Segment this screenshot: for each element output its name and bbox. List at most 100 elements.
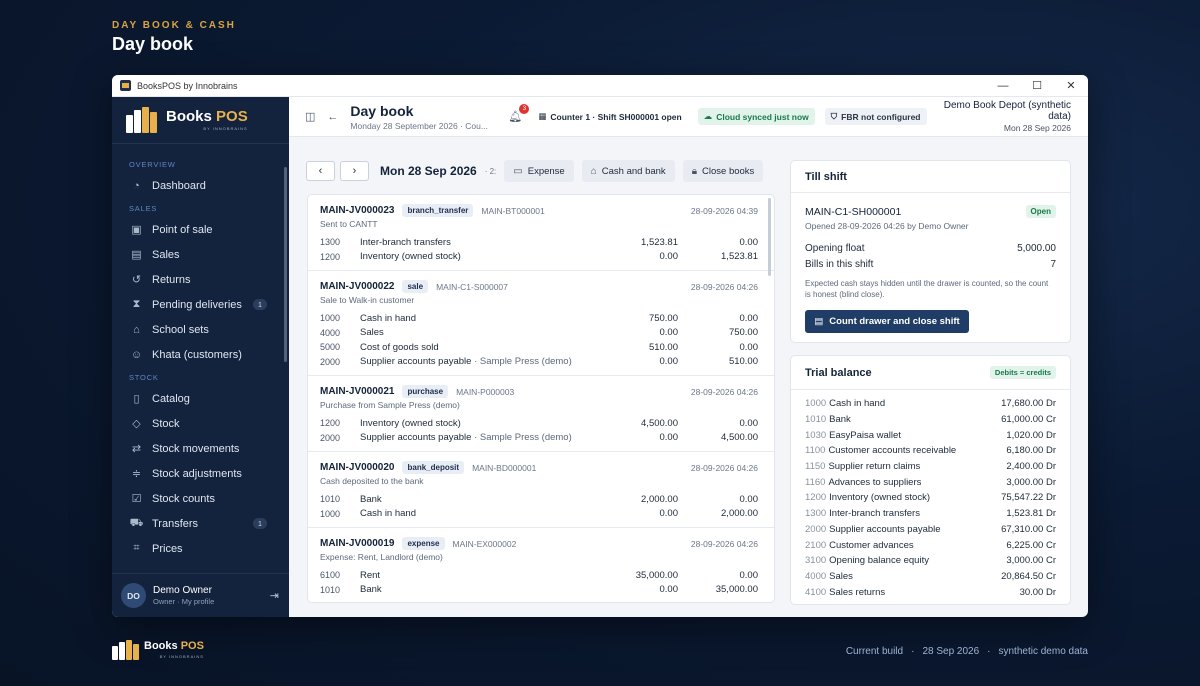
account-code: 4000 [320,327,341,338]
entry-type-tag: expense [402,537,445,550]
store-date: Mon 28 Sep 2026 [1003,123,1071,133]
account-code: 1200 [320,251,341,262]
trial-balance-row: 4000 Sales 20,864.50 Cr [805,569,1056,585]
shift-status[interactable]: ▦ Counter 1 · Shift SH000001 open [532,108,687,125]
credit-amount: 0.00 [739,417,759,429]
sidebar-item-sales[interactable]: ▤ Sales [112,242,289,267]
user-profile[interactable]: DO Demo Owner Owner · My profile ⇥ [112,573,289,617]
entry-line: 2000 Supplier accounts payable · Sample P… [320,431,758,446]
trial-balance-row: 3100 Opening balance equity 3,000.00 Cr [805,553,1056,569]
sidebar-toggle-icon[interactable]: ◫ [305,110,315,123]
entry-line: 1000 Cash in hand 750.00 0.00 [320,311,758,326]
sidebar-item-catalog[interactable]: ▯ Catalog [112,386,289,411]
sidebar-scrollbar[interactable] [284,167,287,362]
cloud-icon: ☁ [703,111,713,121]
calculator-icon: ▤ [814,315,824,327]
sidebar-item-stock-movements[interactable]: ⇄ Stock movements [112,436,289,461]
sidebar-item-khata[interactable]: ☺ Khata (customers) [112,342,289,367]
balance-amount: 30.00 Dr [1019,586,1056,598]
shield-icon: ⛉ [830,111,838,121]
nav-section-sales: SALES [129,204,158,213]
entry-type-tag: sale [402,280,429,293]
count-drawer-button[interactable]: ▤ Count drawer and close shift [805,309,969,333]
gauge-icon: ◔ [133,179,140,192]
close-window-button[interactable]: ✕ [1054,75,1088,96]
box-icon: ◇ [132,418,141,430]
journal-entry[interactable]: MAIN-JV000019 expense MAIN-EX000002 28-09-2… [308,528,774,602]
credit-amount: 0.00 [739,312,759,324]
sidebar-item-stock[interactable]: ◇ Stock [112,411,289,436]
entry-type-tag: bank_deposit [402,461,465,474]
journal-entry[interactable]: MAIN-JV000020 bank_deposit MAIN-BD000001 28… [308,452,774,528]
sidebar-item-returns[interactable]: ↺ Returns [112,267,289,292]
hourglass-icon: ⧗ [132,298,141,310]
account-name: Customer advances [829,539,914,551]
app-window: BooksPOS by Innobrains — ☐ ✕ Books POS B… [112,75,1088,617]
receipt-icon: ▤ [131,249,142,261]
entry-line: 1300 Inter-branch transfers 1,523.81 0.00 [320,235,758,250]
account-name: Cost of goods sold [360,341,439,353]
sidebar-item-school-sets[interactable]: ⌂ School sets [112,317,289,342]
account-code: 1010 [320,494,341,505]
balance-amount: 75,547.22 Dr [1001,492,1056,504]
app-icon [120,80,131,91]
minimize-button[interactable]: — [986,75,1020,96]
entry-timestamp: 28-09-2026 04:26 [690,386,758,397]
trial-balance-row: 4100 Sales returns 30.00 Dr [805,584,1056,600]
journal-entry[interactable]: MAIN-JV000022 sale MAIN-C1-S000007 28-09-20… [308,271,774,376]
account-name: Inter-branch transfers [360,236,451,248]
entry-id: MAIN-JV000021 [320,386,395,397]
account-name: Advances to suppliers [828,476,922,488]
previous-day-button[interactable]: ‹ [306,161,335,181]
entry-ref: MAIN-P000003 [456,386,515,397]
entry-ref: MAIN-BD000001 [472,462,537,473]
store-name: Demo Book Depot (synthetic data) [943,100,1071,122]
logout-icon[interactable]: ⇥ [270,589,279,602]
trial-balance-row: 1100 Customer accounts receivable 6,180.00… [805,443,1056,459]
bank-icon: ⌂ [590,165,597,177]
account-name: Cash in hand [360,312,416,324]
account-code: 1200 [805,492,827,504]
entry-line: 1010 Bank 2,000.00 0.00 [320,492,758,507]
account-name: Cash in hand [360,508,416,520]
transfers-count-badge: 1 [252,518,267,529]
sidebar-item-pending-deliveries[interactable]: ⧗ Pending deliveries 1 [112,292,289,317]
balance-amount: 1,523.81 Dr [1006,508,1056,520]
entry-ref: MAIN-BT000001 [481,205,545,216]
next-day-button[interactable]: › [340,161,369,181]
journal-entry[interactable]: MAIN-JV000023 branch_transfer MAIN-BT00000… [308,195,774,271]
journal-scrollbar[interactable] [768,198,771,276]
footer-sep: · [911,646,915,657]
shift-id: MAIN-C1-SH000001 [805,205,902,218]
entry-line: 1200 Inventory (owned stock) 4,500.00 0.00 [320,416,758,431]
sidebar-item-prices[interactable]: ⌗ Prices [112,536,289,561]
fbr-status[interactable]: ⛉ FBR not configured [824,108,927,125]
cash-and-bank-button[interactable]: ⌂ Cash and bank [581,160,675,182]
back-arrow-icon[interactable]: ← [327,111,338,123]
main-content: ◫ ← Day book Monday 28 September 2026 · … [289,97,1088,617]
register-icon: ▦ [538,111,547,121]
expense-button[interactable]: ▭ Expense [504,160,574,182]
maximize-button[interactable]: ☐ [1020,75,1054,96]
sync-status[interactable]: ☁ Cloud synced just now [697,108,815,125]
entry-ref: MAIN-C1-S000007 [436,281,508,292]
brand-sub: BY INNOBRAINS [203,126,248,131]
account-name: Inventory (owned stock) [360,251,461,263]
credit-amount: 1,523.81 [721,251,758,263]
journal-entry[interactable]: MAIN-JV000021 purchase MAIN-P000003 28-09-2… [308,376,774,452]
account-name: Supplier accounts payable [829,523,941,535]
account-code: 1000 [320,313,341,324]
sidebar-item-dashboard[interactable]: ◔ Dashboard [112,173,289,198]
debit-amount: 0.00 [659,508,679,520]
notifications-bell-icon[interactable]: 🔔︎ 3 [508,104,530,123]
scan-icon: ▣ [131,224,142,236]
sidebar-item-stock-adjustments[interactable]: ≑ Stock adjustments [112,461,289,486]
sidebar-item-stock-counts[interactable]: ☑ Stock counts [112,486,289,511]
account-code: 2000 [320,432,341,443]
close-books-button[interactable]: 🔒︎ Close books [682,160,764,182]
trial-balance-card: Trial balance Debits = credits 1000 Cash … [790,355,1071,605]
sidebar-item-point-of-sale[interactable]: ▣ Point of sale [112,217,289,242]
entry-line: 2000 Supplier accounts payable · Sample P… [320,355,758,370]
sidebar-item-transfers[interactable]: ⛟ Transfers 1 [112,511,289,536]
footer-info: Current build · 28 Sep 2026 · synthetic … [846,646,1088,657]
